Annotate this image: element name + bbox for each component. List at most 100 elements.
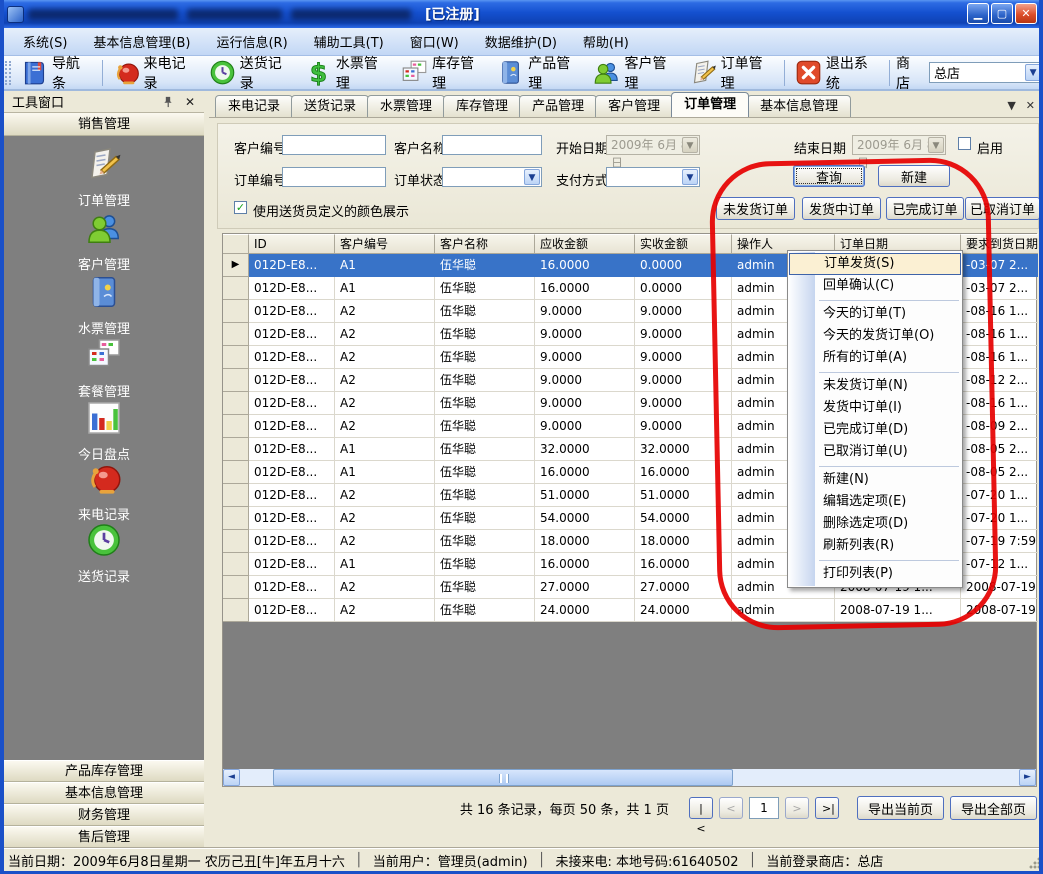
context-menu-item[interactable]: 今天的发货订单(O)	[789, 325, 961, 347]
pay-method-select[interactable]: ▼	[606, 167, 700, 187]
export-current-page-button[interactable]: 导出当前页	[857, 796, 944, 820]
export-all-pages-button[interactable]: 导出全部页	[950, 796, 1037, 820]
filter-completed-button[interactable]: 已完成订单	[886, 197, 964, 220]
row-selector-cell[interactable]	[223, 530, 249, 553]
row-selector-cell[interactable]	[223, 346, 249, 369]
prev-page-button[interactable]: <	[719, 797, 743, 819]
resize-grip[interactable]	[1029, 857, 1041, 869]
row-selector-cell[interactable]	[223, 392, 249, 415]
context-menu-item[interactable]: 发货中订单(I)	[789, 397, 961, 419]
row-selector-cell[interactable]	[223, 576, 249, 599]
toolbar-navigator-button[interactable]: 导航条	[15, 51, 98, 95]
row-selector-cell[interactable]	[223, 415, 249, 438]
tab-2[interactable]: 水票管理	[367, 95, 445, 117]
toolbar-order-button[interactable]: 订单管理	[684, 51, 780, 95]
chevron-down-icon[interactable]: ▼	[1025, 64, 1041, 81]
sidebar-group[interactable]: 售后管理	[4, 826, 204, 848]
page-number-input[interactable]: 1	[749, 797, 779, 819]
table-row[interactable]: 012D-E8...A2伍华聪24.000024.0000admin2008-0…	[223, 599, 1036, 622]
shop-select[interactable]: 总店 ▼	[929, 62, 1043, 83]
sidebar-item-order-management[interactable]: 订单管理	[4, 146, 204, 209]
row-selector-cell[interactable]: ▶	[223, 254, 249, 277]
sidebar-item-call-records[interactable]: 来电记录	[4, 460, 204, 523]
close-button[interactable]: ✕	[1015, 3, 1037, 24]
context-menu-item[interactable]: 新建(N)	[789, 469, 961, 491]
last-page-button[interactable]: >|	[815, 797, 839, 819]
context-menu-item[interactable]: 今天的订单(T)	[789, 303, 961, 325]
filter-unshipped-button[interactable]: 未发货订单	[716, 197, 795, 220]
first-page-button[interactable]: |<	[689, 797, 713, 819]
sidebar-item-package-management[interactable]: 套餐管理	[4, 337, 204, 400]
column-header[interactable]: 客户编号	[335, 234, 435, 254]
tab-7[interactable]: 基本信息管理	[747, 95, 851, 117]
filter-shipping-button[interactable]: 发货中订单	[802, 197, 881, 220]
minimize-button[interactable]: ▁	[967, 3, 989, 24]
row-selector-cell[interactable]	[223, 323, 249, 346]
context-menu-item[interactable]: 订单发货(S)	[789, 253, 961, 275]
toolbar-product-button[interactable]: 产品管理	[491, 51, 587, 95]
customer-name-input[interactable]	[442, 135, 542, 155]
column-header[interactable]: 应收金额	[535, 234, 635, 254]
tab-close-icon[interactable]: ✕	[1026, 99, 1035, 112]
context-menu-item[interactable]: 所有的订单(A)	[789, 347, 961, 369]
sidebar-group[interactable]: 财务管理	[4, 804, 204, 826]
toolbar-grip[interactable]	[5, 61, 11, 85]
context-menu-item[interactable]: 刷新列表(R)	[789, 535, 961, 557]
query-button[interactable]: 查询	[793, 165, 865, 187]
tab-list-dropdown-icon[interactable]: ▼	[1007, 99, 1015, 112]
sidebar-item-delivery-records[interactable]: 送货记录	[4, 522, 204, 585]
context-menu-item[interactable]: 打印列表(P)	[789, 563, 961, 585]
sidebar-group-sales[interactable]: 销售管理	[4, 113, 204, 136]
row-selector-cell[interactable]	[223, 599, 249, 622]
context-menu-item[interactable]: 未发货订单(N)	[789, 375, 961, 397]
toolbar-exit-button[interactable]: 退出系统	[789, 51, 885, 95]
start-date-picker[interactable]: 2009年 6月 8日 ▼	[606, 135, 700, 155]
tab-5[interactable]: 客户管理	[595, 95, 673, 117]
toolbar-inventory-button[interactable]: 库存管理	[395, 51, 491, 95]
row-selector-cell[interactable]	[223, 461, 249, 484]
column-header[interactable]: 客户名称	[435, 234, 535, 254]
row-selector-cell[interactable]	[223, 484, 249, 507]
row-selector-cell[interactable]	[223, 438, 249, 461]
chevron-down-icon[interactable]: ▼	[682, 169, 698, 185]
context-menu-item[interactable]: 回单确认(C)	[789, 275, 961, 297]
toolbar-call-records-button[interactable]: 来电记录	[107, 51, 203, 95]
toolbar-delivery-records-button[interactable]: 送货记录	[203, 51, 299, 95]
scrollbar-thumb[interactable]	[273, 769, 733, 786]
sidebar-item-customer-management[interactable]: 客户管理	[4, 210, 204, 273]
horizontal-scrollbar[interactable]: ◄ ►	[223, 769, 1036, 786]
end-date-picker[interactable]: 2009年 6月 8日 ▼	[852, 135, 946, 155]
context-menu-item[interactable]: 删除选定项(D)	[789, 513, 961, 535]
pin-icon[interactable]	[160, 95, 176, 109]
toolbar-customer-button[interactable]: 客户管理	[587, 51, 683, 95]
sidebar-item-water-ticket[interactable]: 水票管理	[4, 274, 204, 337]
scroll-left-icon[interactable]: ◄	[223, 769, 240, 786]
enable-checkbox[interactable]	[958, 137, 971, 150]
customer-code-input[interactable]	[282, 135, 386, 155]
order-code-input[interactable]	[282, 167, 386, 187]
tab-4[interactable]: 产品管理	[519, 95, 597, 117]
maximize-button[interactable]: ▢	[991, 3, 1013, 24]
sidebar-group[interactable]: 产品库存管理	[4, 760, 204, 782]
order-status-select[interactable]: ▼	[442, 167, 542, 187]
sidebar-item-today-inventory[interactable]: 今日盘点	[4, 400, 204, 463]
row-selector-cell[interactable]	[223, 277, 249, 300]
row-selector-cell[interactable]	[223, 300, 249, 323]
context-menu-item[interactable]: 已完成订单(D)	[789, 419, 961, 441]
next-page-button[interactable]: >	[785, 797, 809, 819]
toolbar-water-ticket-button[interactable]: 水票管理	[299, 51, 395, 95]
tab-active-6[interactable]: 订单管理	[671, 92, 749, 117]
row-selector-cell[interactable]	[223, 553, 249, 576]
sidebar-group[interactable]: 基本信息管理	[4, 782, 204, 804]
tab-3[interactable]: 库存管理	[443, 95, 521, 117]
filter-cancelled-button[interactable]: 已取消订单	[965, 197, 1040, 220]
chevron-down-icon[interactable]: ▼	[524, 169, 540, 185]
column-header[interactable]: 实收金额	[635, 234, 732, 254]
row-selector-cell[interactable]	[223, 507, 249, 530]
scroll-right-icon[interactable]: ►	[1019, 769, 1036, 786]
tab-1[interactable]: 送货记录	[291, 95, 369, 117]
column-header[interactable]: ID	[249, 234, 335, 254]
new-button[interactable]: 新建	[878, 165, 950, 187]
close-icon[interactable]: ✕	[182, 95, 198, 109]
tab-0[interactable]: 来电记录	[215, 95, 293, 117]
